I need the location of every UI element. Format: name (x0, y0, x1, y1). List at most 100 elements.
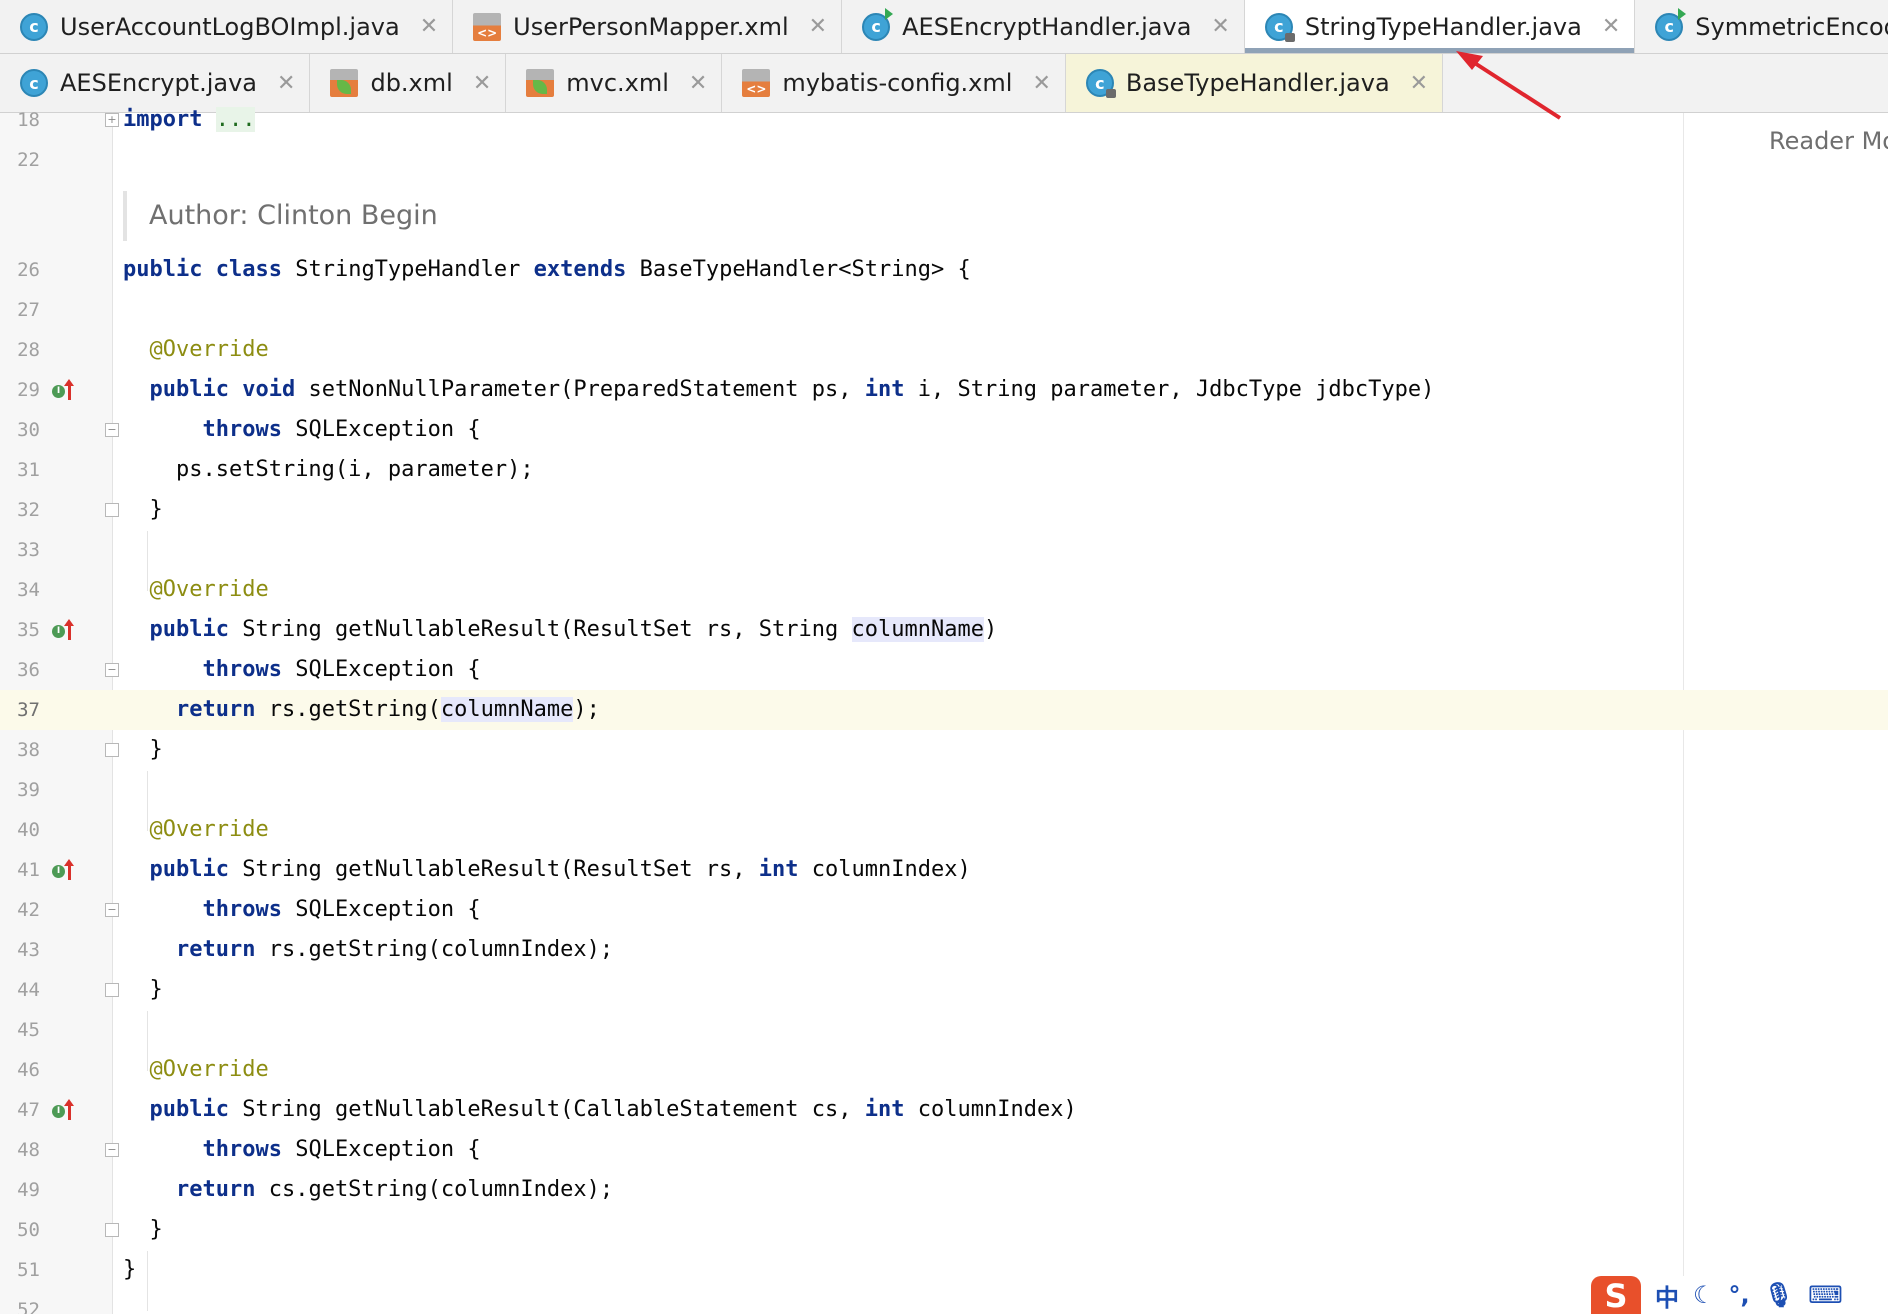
code-line[interactable]: 49 return cs.getString(columnIndex); (0, 1170, 1888, 1210)
java-class-runnable-icon: c (862, 7, 894, 41)
code-line[interactable]: 41 I public String getNullableResult(Res… (0, 850, 1888, 890)
tab-label: mvc.xml (566, 69, 669, 97)
code-line[interactable]: 27 (0, 290, 1888, 330)
implements-method-icon[interactable]: I (52, 1099, 80, 1122)
java-class-icon: c (20, 12, 48, 41)
fold-end-icon[interactable] (105, 1223, 119, 1237)
code-text: public void setNonNullParameter(Prepared… (149, 377, 1435, 402)
java-class-icon: c (20, 69, 48, 97)
close-icon[interactable]: ✕ (1032, 71, 1050, 96)
code-line[interactable]: 18 + import ... (0, 100, 1888, 140)
code-line[interactable]: 48 − throws SQLException { (0, 1130, 1888, 1170)
tab-user-person-mapper[interactable]: <> UserPersonMapper.xml ✕ (453, 0, 843, 53)
line-number: 27 (17, 299, 40, 321)
code-text: return rs.getString(columnName); (175, 697, 600, 722)
tab-user-account-log-bo-impl[interactable]: c UserAccountLogBOImpl.java ✕ (0, 0, 454, 53)
line-number: 52 (17, 1299, 40, 1314)
fold-collapse-icon[interactable]: − (105, 903, 119, 917)
line-number: 48 (17, 1139, 40, 1161)
identifier-highlight: columnName (851, 617, 984, 642)
code-line-current[interactable]: 37 return rs.getString(columnName); (0, 690, 1888, 730)
tab-string-type-handler[interactable]: c StringTypeHandler.java ✕ (1244, 0, 1636, 53)
code-line[interactable]: 32 } (0, 490, 1888, 530)
line-number: 31 (17, 459, 40, 481)
ime-toolbar[interactable]: S 中 ☾ °, 🎙 ⌨ (1585, 1276, 1888, 1314)
tab-label: BaseTypeHandler.java (1125, 69, 1390, 97)
close-icon[interactable]: ✕ (1211, 14, 1229, 39)
code-line[interactable]: 29 I public void setNonNullParameter(Pre… (0, 370, 1888, 410)
code-line[interactable]: 42 − throws SQLException { (0, 890, 1888, 930)
implements-method-icon[interactable]: I (52, 379, 80, 402)
tab-label: UserAccountLogBOImpl.java (60, 12, 400, 41)
tab-symmetric-encoder[interactable]: c SymmetricEncoder.java (1635, 0, 1888, 53)
close-icon[interactable]: ✕ (1602, 14, 1620, 39)
code-line[interactable]: 46 @Override (0, 1050, 1888, 1090)
line-number: 33 (17, 539, 40, 561)
code-line[interactable]: 26 public class StringTypeHandler extend… (0, 250, 1888, 290)
code-editor[interactable]: Reader Mo 18 + import ... 22 Author: Cli… (0, 107, 1888, 1314)
fold-collapse-icon[interactable]: − (105, 1143, 119, 1157)
line-number: 36 (17, 659, 40, 681)
line-number: 37 (17, 699, 40, 721)
language-mode-icon[interactable]: 中 (1655, 1278, 1679, 1313)
line-number: 50 (17, 1219, 40, 1241)
fold-end-icon[interactable] (105, 503, 119, 517)
code-line[interactable]: 45 (0, 1010, 1888, 1050)
java-class-locked-icon: c (1085, 69, 1116, 98)
close-icon[interactable]: ✕ (1410, 71, 1428, 96)
folded-imports[interactable]: ... (215, 107, 256, 132)
punctuation-icon[interactable]: °, (1729, 1281, 1750, 1309)
implements-method-icon[interactable]: I (52, 859, 80, 882)
code-line[interactable]: 33 (0, 530, 1888, 570)
line-number: 40 (17, 819, 40, 841)
line-number: 46 (17, 1059, 40, 1081)
code-line[interactable]: 40 @Override (0, 810, 1888, 850)
tab-aes-encrypt-handler[interactable]: c AESEncryptHandler.java ✕ (842, 0, 1245, 53)
code-line[interactable]: 34 @Override (0, 570, 1888, 610)
close-icon[interactable]: ✕ (420, 14, 438, 39)
tab-label: AESEncrypt.java (60, 69, 258, 97)
sogou-logo-icon[interactable]: S (1591, 1276, 1641, 1314)
xml-file-icon: <> (742, 69, 771, 97)
code-text: @Override (149, 577, 269, 602)
code-line[interactable]: 44 } (0, 970, 1888, 1010)
code-line[interactable]: 38 } (0, 730, 1888, 770)
microphone-icon[interactable]: 🎙 (1764, 1281, 1794, 1309)
tab-label: db.xml (370, 69, 453, 97)
code-line[interactable]: 47 I public String getNullableResult(Cal… (0, 1090, 1888, 1130)
close-icon[interactable]: ✕ (809, 14, 827, 39)
code-line[interactable]: 39 (0, 770, 1888, 810)
line-number: 51 (17, 1259, 40, 1281)
fold-end-icon[interactable] (105, 983, 119, 997)
code-line[interactable]: 22 (0, 140, 1888, 180)
code-line[interactable]: 31 ps.setString(i, parameter); (0, 450, 1888, 490)
code-line[interactable]: 35 I public String getNullableResult(Res… (0, 610, 1888, 650)
line-number: 18 (17, 109, 40, 131)
code-line[interactable]: 50 } (0, 1210, 1888, 1250)
fold-expand-icon[interactable]: + (105, 113, 119, 127)
code-text: public String getNullableResult(ResultSe… (149, 617, 998, 642)
code-line[interactable]: 36 − throws SQLException { (0, 650, 1888, 690)
fold-end-icon[interactable] (105, 743, 119, 757)
code-line[interactable]: 43 return rs.getString(columnIndex); (0, 930, 1888, 970)
close-icon[interactable]: ✕ (473, 71, 491, 96)
fold-collapse-icon[interactable]: − (105, 663, 119, 677)
code-text: public class StringTypeHandler extends B… (123, 257, 971, 282)
line-number: 34 (17, 579, 40, 601)
code-line[interactable]: 28 @Override (0, 330, 1888, 370)
line-number: 39 (17, 779, 40, 801)
line-number: 42 (17, 899, 40, 921)
implements-method-icon[interactable]: I (52, 619, 80, 642)
fold-collapse-icon[interactable]: − (105, 423, 119, 437)
code-line[interactable]: 30 − throws SQLException { (0, 410, 1888, 450)
close-icon[interactable]: ✕ (277, 71, 295, 96)
line-number: 43 (17, 939, 40, 961)
code-text: ps.setString(i, parameter); (175, 457, 534, 482)
keyboard-icon[interactable]: ⌨ (1808, 1281, 1843, 1309)
spring-xml-icon (330, 69, 359, 97)
code-text: return rs.getString(columnIndex); (175, 937, 614, 962)
java-class-locked-icon: c (1264, 12, 1295, 42)
close-icon[interactable]: ✕ (689, 71, 707, 96)
moon-icon[interactable]: ☾ (1693, 1281, 1715, 1309)
code-text: return cs.getString(columnIndex); (175, 1177, 614, 1202)
